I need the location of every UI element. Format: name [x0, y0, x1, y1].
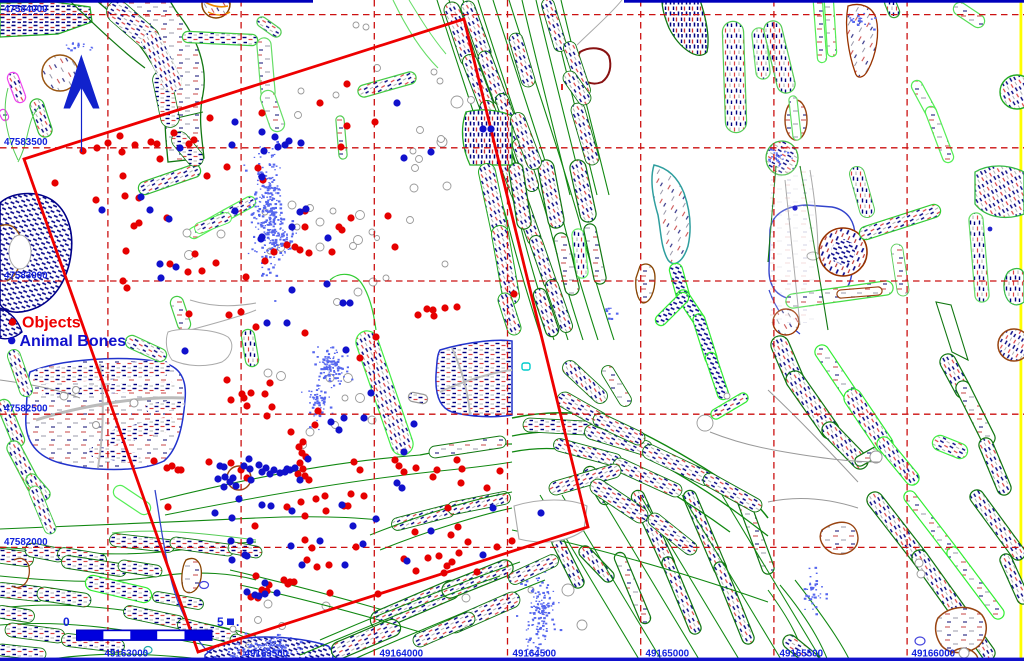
svg-text:Objects: Objects — [22, 315, 81, 332]
svg-text:.: . — [236, 615, 239, 629]
svg-text:0: 0 — [63, 615, 70, 629]
svg-text:47582500: 47582500 — [4, 404, 48, 415]
svg-text:5: 5 — [217, 615, 224, 629]
svg-text:Animal Bones: Animal Bones — [20, 333, 127, 350]
svg-text:47583000: 47583000 — [4, 270, 48, 281]
svg-text:47584000: 47584000 — [4, 4, 48, 15]
svg-text:47582000: 47582000 — [4, 537, 48, 548]
svg-text:47583500: 47583500 — [4, 137, 48, 148]
